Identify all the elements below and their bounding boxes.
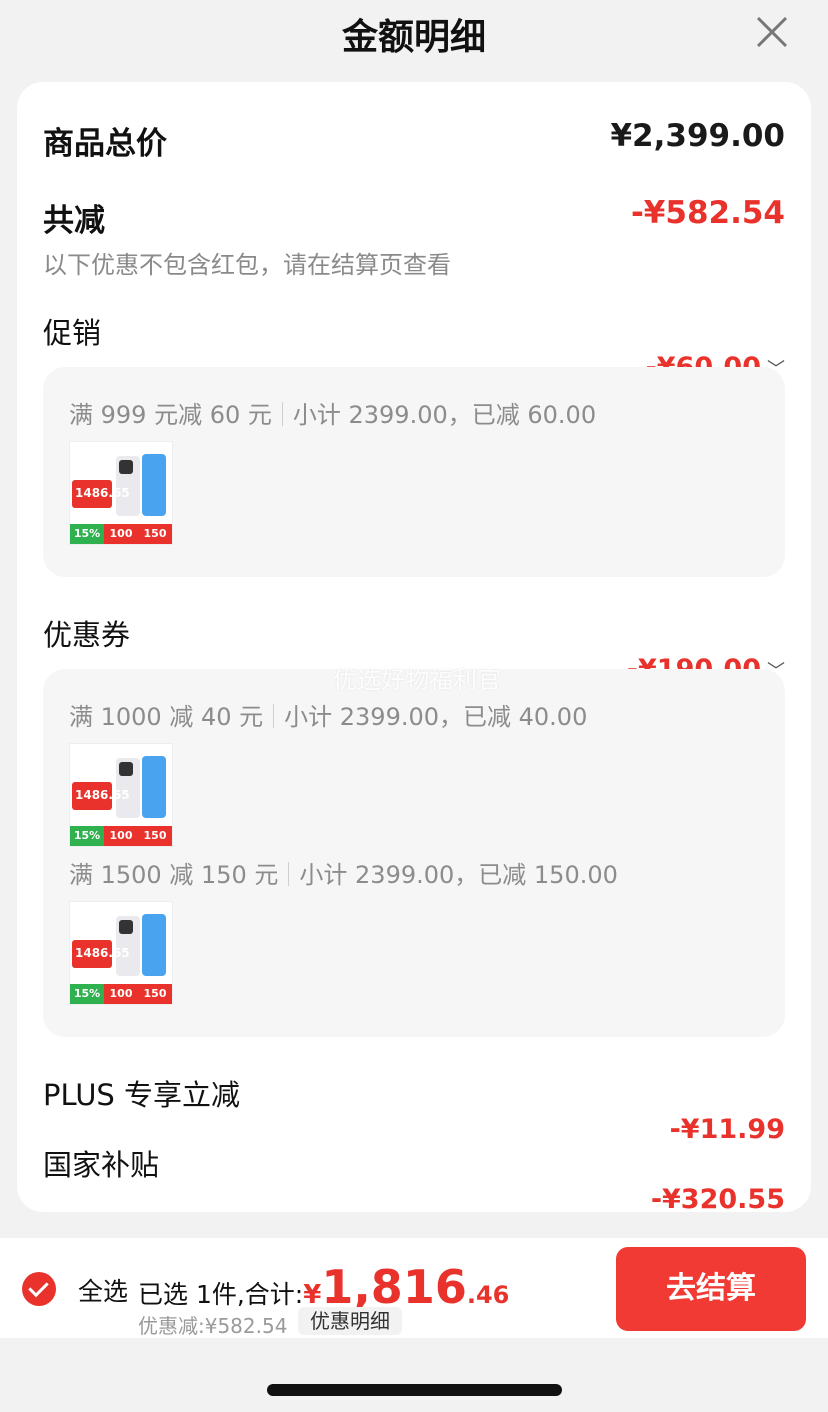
rule-condition: 满 1000 减 40 元 <box>69 703 264 731</box>
coupon-label: 优惠券 <box>43 618 131 652</box>
thumb-badges: 15% 100 150 <box>70 826 172 846</box>
total-value: ¥2,399.00 <box>610 118 785 154</box>
divider <box>288 862 290 886</box>
rule-condition: 满 999 元减 60 元 <box>69 401 272 429</box>
reduce-value: -¥582.54 <box>630 195 785 231</box>
product-thumbnail[interactable]: 1486.65 15% 100 150 <box>69 901 173 1005</box>
rule-condition: 满 1500 减 150 元 <box>69 861 279 889</box>
thumb-badge: 150 <box>138 524 172 544</box>
close-icon[interactable] <box>752 12 792 52</box>
thumb-phone-blue <box>142 756 166 818</box>
thumb-badge: 15% <box>70 984 104 1004</box>
total-decimal: .46 <box>466 1281 510 1309</box>
subsidy-row: 国家补贴 -¥320.55 <box>43 1142 785 1215</box>
promotion-label: 促销 <box>43 316 102 350</box>
discount-detail-button[interactable]: 优惠明细 <box>298 1307 402 1335</box>
plus-label: PLUS 专享立减 <box>43 1078 241 1112</box>
coupon-rule: 满 1500 减 150 元小计 2399.00，已减 150.00 <box>69 855 618 890</box>
total-currency: ¥ <box>303 1280 322 1310</box>
promotion-rule: 满 999 元减 60 元小计 2399.00，已减 60.00 <box>69 395 596 430</box>
coupon-row[interactable]: 优惠券 -¥190.00 ﹀ <box>43 612 785 685</box>
thumb-camera <box>119 762 133 776</box>
thumb-camera <box>119 460 133 474</box>
page-title: 金额明细 <box>341 17 486 58</box>
checkout-bar: 全选 已选 1件,合计:¥1,816.46 优惠减:¥582.54 优惠明细 去… <box>0 1238 828 1338</box>
amount-detail-card: 商品总价 ¥2,399.00 共减 -¥582.54 以下优惠不包含红包，请在结… <box>17 82 811 1215</box>
discount-text: 优惠减:¥582.54 <box>138 1314 288 1338</box>
subsidy-label: 国家补贴 <box>43 1148 160 1182</box>
thumb-phone-blue <box>142 454 166 516</box>
thumb-price: 1486.65 <box>75 486 130 500</box>
thumb-badge: 15% <box>70 826 104 846</box>
divider <box>273 704 275 728</box>
promotion-row[interactable]: 促销 -¥60.00 ﹀ <box>43 310 785 383</box>
checkout-button[interactable]: 去结算 <box>616 1247 806 1331</box>
total-row: 商品总价 ¥2,399.00 <box>43 118 785 163</box>
rule-detail: 小计 2399.00，已减 60.00 <box>292 401 597 429</box>
product-thumbnail[interactable]: 1486.65 15% 100 150 <box>69 743 173 847</box>
thumb-price-block: 1486.65 <box>72 782 130 810</box>
home-indicator[interactable] <box>267 1384 562 1396</box>
reduce-note: 以下优惠不包含红包，请在结算页查看 <box>43 251 451 279</box>
selected-text: 已选 1件,合计: <box>138 1280 304 1309</box>
thumb-price-block: 1486.65 <box>72 940 130 968</box>
header: 金额明细 <box>0 0 828 64</box>
thumb-price-block: 1486.65 <box>72 480 130 508</box>
thumb-camera <box>119 920 133 934</box>
product-thumbnail[interactable]: 1486.65 15% 100 150 <box>69 441 173 545</box>
thumb-badge: 150 <box>138 984 172 1004</box>
subsidy-value: -¥320.55 <box>650 1184 785 1215</box>
thumb-badge: 150 <box>138 826 172 846</box>
coupon-box: 满 1000 减 40 元小计 2399.00，已减 40.00 1486.65… <box>43 669 785 1037</box>
select-all-label[interactable]: 全选 <box>78 1272 128 1308</box>
rule-detail: 小计 2399.00，已减 150.00 <box>299 861 618 889</box>
reduce-label: 共减 <box>43 203 105 239</box>
selected-summary: 已选 1件,合计:¥1,816.46 <box>138 1260 509 1314</box>
total-integer: 1,816 <box>321 1260 467 1314</box>
total-label: 商品总价 <box>43 126 167 162</box>
coupon-rule: 满 1000 减 40 元小计 2399.00，已减 40.00 <box>69 697 587 732</box>
thumb-badge: 15% <box>70 524 104 544</box>
divider <box>281 402 283 426</box>
thumb-badge: 100 <box>104 826 138 846</box>
plus-row: PLUS 专享立减 -¥11.99 <box>43 1072 785 1145</box>
thumb-price: 1486.65 <box>75 946 130 960</box>
reduce-row: 共减 -¥582.54 <box>43 195 785 240</box>
select-all-checkbox[interactable] <box>22 1272 56 1306</box>
thumb-phone-blue <box>142 914 166 976</box>
promotion-box: 满 999 元减 60 元小计 2399.00，已减 60.00 1486.65… <box>43 367 785 577</box>
thumb-badge: 100 <box>104 524 138 544</box>
thumb-badges: 15% 100 150 <box>70 524 172 544</box>
watermark: 优选好物福利官 <box>333 666 501 694</box>
thumb-badge: 100 <box>104 984 138 1004</box>
thumb-price: 1486.65 <box>75 788 130 802</box>
thumb-badges: 15% 100 150 <box>70 984 172 1004</box>
plus-value: -¥11.99 <box>669 1114 785 1145</box>
rule-detail: 小计 2399.00，已减 40.00 <box>284 703 588 731</box>
